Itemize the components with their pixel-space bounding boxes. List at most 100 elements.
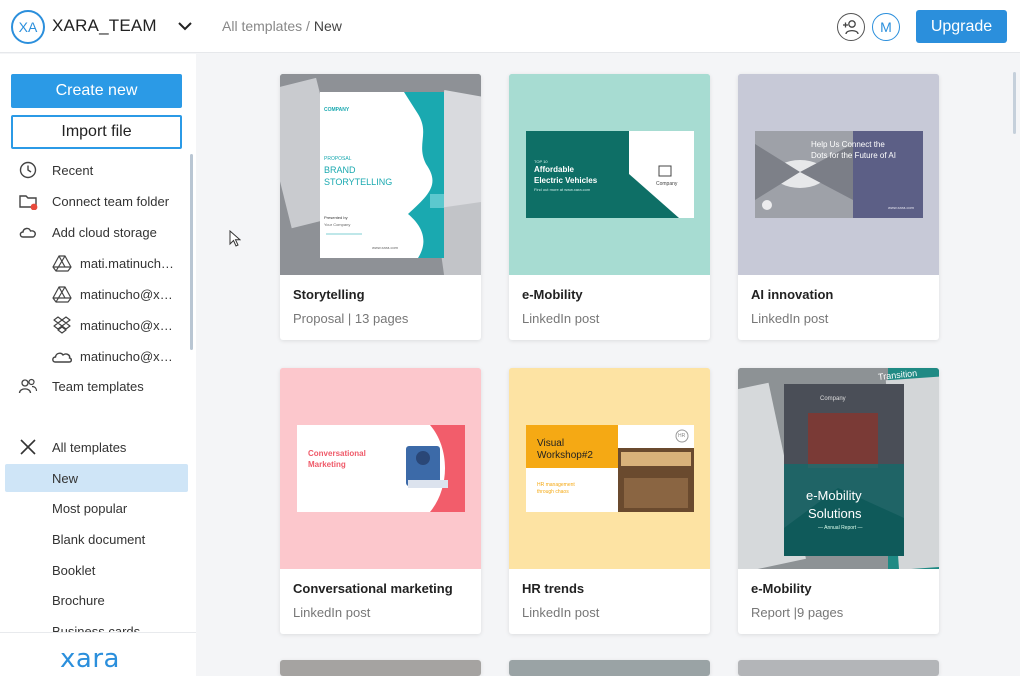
create-new-button[interactable]: Create new xyxy=(11,74,182,108)
main-scrollbar[interactable] xyxy=(1013,72,1016,134)
sidebar-item-label: All templates xyxy=(52,440,127,455)
google-drive-icon xyxy=(52,255,72,272)
sidebar-item-team-templates[interactable]: Team templates xyxy=(0,372,190,400)
category-brochure[interactable]: Brochure xyxy=(0,586,190,614)
category-new[interactable]: New xyxy=(5,464,188,492)
thumb-line1: Help Us Connect the xyxy=(811,140,885,149)
category-label: Most popular xyxy=(52,501,128,516)
template-thumbnail[interactable]: COMPANY PROPOSAL BRAND STORYTELLING Pres… xyxy=(280,74,481,275)
thumb-line1: Affordable xyxy=(534,165,574,174)
template-thumbnail[interactable] xyxy=(738,660,939,676)
template-title: HR trends xyxy=(522,581,585,596)
template-card[interactable]: TOP 10 Affordable Electric Vehicles Find… xyxy=(509,74,710,340)
sidebar-item-label: Connect team folder xyxy=(52,194,170,209)
xara-logo[interactable]: xara xyxy=(60,644,120,674)
add-user-button[interactable] xyxy=(837,13,865,41)
upgrade-button[interactable]: Upgrade xyxy=(916,10,1007,43)
thumb-company: COMPANY xyxy=(324,107,350,113)
sidebar-item-label: matinucho@xara.com xyxy=(80,318,176,333)
sidebar-item-recent[interactable]: Recent xyxy=(0,156,190,184)
dropbox-icon xyxy=(53,316,71,334)
thumb-line2: Workshop#2 xyxy=(537,450,593,461)
breadcrumb-parent[interactable]: All templates xyxy=(222,18,302,34)
onedrive-icon xyxy=(52,352,72,363)
template-card-partial[interactable] xyxy=(738,660,939,676)
close-icon[interactable] xyxy=(18,438,38,456)
thumb-presenter: Your Company xyxy=(324,222,351,227)
thumb-small: — Annual Report — xyxy=(818,525,863,531)
thumb-line1: e-Mobility xyxy=(806,488,862,503)
template-thumbnail[interactable]: TOP 10 Affordable Electric Vehicles Find… xyxy=(509,74,710,275)
thumb-line2: Electric Vehicles xyxy=(534,176,598,185)
category-booklet[interactable]: Booklet xyxy=(0,556,190,584)
sidebar-item-all-templates[interactable]: All templates xyxy=(0,433,190,461)
thumb-company: Company xyxy=(820,396,846,402)
sidebar-item-onedrive[interactable]: matinucho@xara.com xyxy=(0,342,190,370)
team-name[interactable]: XARA_TEAM xyxy=(52,16,157,36)
template-card-partial[interactable] xyxy=(509,660,710,676)
category-label: New xyxy=(52,471,79,486)
category-label: Brochure xyxy=(52,593,105,608)
thumb-url: www.xara.com xyxy=(372,245,399,250)
sidebar-item-label: Team templates xyxy=(52,379,144,394)
sidebar-item-google-drive-2[interactable]: matinucho@xara.com xyxy=(0,280,190,308)
thumb-line2: Marketing xyxy=(308,460,346,469)
thumb-kicker: TOP 10 xyxy=(534,159,548,164)
sidebar-item-google-drive-1[interactable]: mati.matinucho@gmail.com xyxy=(0,249,190,277)
template-card[interactable]: COMPANY PROPOSAL BRAND STORYTELLING Pres… xyxy=(280,74,481,340)
category-most-popular[interactable]: Most popular xyxy=(0,494,190,522)
template-subtitle: LinkedIn post xyxy=(522,311,600,326)
sidebar-item-dropbox[interactable]: matinucho@xara.com xyxy=(0,311,190,339)
template-subtitle: LinkedIn post xyxy=(522,605,600,620)
breadcrumb: All templates / New xyxy=(222,18,342,34)
template-card[interactable]: Transition Company e-Mobility Solutions … xyxy=(738,368,939,634)
template-card[interactable]: Conversational Marketing Conversational … xyxy=(280,368,481,634)
thumb-line1: Conversational xyxy=(308,449,366,458)
sidebar-item-label: matinucho@xara.com xyxy=(80,287,176,302)
template-title: Conversational marketing xyxy=(293,581,453,596)
template-card-partial[interactable] xyxy=(280,660,481,676)
template-title: Storytelling xyxy=(293,287,365,302)
sidebar-item-label: Recent xyxy=(52,163,94,178)
thumb-line2: Dots for the Future of AI xyxy=(811,151,896,160)
thumb-kicker: PROPOSAL xyxy=(324,156,352,162)
template-title: e-Mobility xyxy=(522,287,583,302)
mouse-cursor-icon xyxy=(229,230,241,247)
category-label: Blank document xyxy=(52,532,146,547)
template-thumbnail[interactable] xyxy=(509,660,710,676)
template-thumbnail[interactable] xyxy=(280,660,481,676)
ai-innovation-thumbnail xyxy=(738,74,939,275)
template-subtitle: LinkedIn post xyxy=(293,605,371,620)
user-avatar[interactable]: M xyxy=(872,13,900,41)
template-thumbnail[interactable]: Transition Company e-Mobility Solutions … xyxy=(738,368,939,569)
template-thumbnail[interactable]: Help Us Connect the Dots for the Future … xyxy=(738,74,939,275)
template-thumbnail[interactable]: Visual Workshop#2 HR management through … xyxy=(509,368,710,569)
template-title: AI innovation xyxy=(751,287,834,302)
thumb-small1: HR management xyxy=(537,482,575,488)
template-subtitle: LinkedIn post xyxy=(751,311,829,326)
sidebar-scrollbar[interactable] xyxy=(190,154,193,350)
category-list-clip: Business cards xyxy=(0,614,196,632)
template-card[interactable]: Help Us Connect the Dots for the Future … xyxy=(738,74,939,340)
add-user-icon xyxy=(843,20,859,35)
category-blank-document[interactable]: Blank document xyxy=(0,525,190,553)
category-label: Business cards xyxy=(52,624,141,632)
import-file-button[interactable]: Import file xyxy=(11,115,182,149)
template-thumbnail[interactable]: Conversational Marketing xyxy=(280,368,481,569)
category-label: Booklet xyxy=(52,563,96,578)
team-icon xyxy=(18,378,38,394)
thumb-company: Company xyxy=(656,181,678,187)
thumb-presented: Presented by xyxy=(324,215,348,220)
chevron-down-icon[interactable] xyxy=(176,17,194,35)
sidebar-item-add-cloud-storage[interactable]: Add cloud storage xyxy=(0,218,190,246)
thumb-badge: HR xyxy=(678,433,686,439)
sidebar-item-label: Add cloud storage xyxy=(52,225,157,240)
category-business-cards[interactable]: Business cards xyxy=(0,617,190,632)
template-card[interactable]: Visual Workshop#2 HR management through … xyxy=(509,368,710,634)
sidebar-item-connect-team-folder[interactable]: Connect team folder xyxy=(0,187,190,215)
breadcrumb-separator: / xyxy=(302,18,314,34)
thumb-line2: Solutions xyxy=(808,506,862,521)
template-subtitle: Proposal | 13 pages xyxy=(293,311,409,326)
top-bar: XA XARA_TEAM All templates / New M Upgra… xyxy=(0,0,1020,53)
team-avatar[interactable]: XA xyxy=(11,10,45,44)
